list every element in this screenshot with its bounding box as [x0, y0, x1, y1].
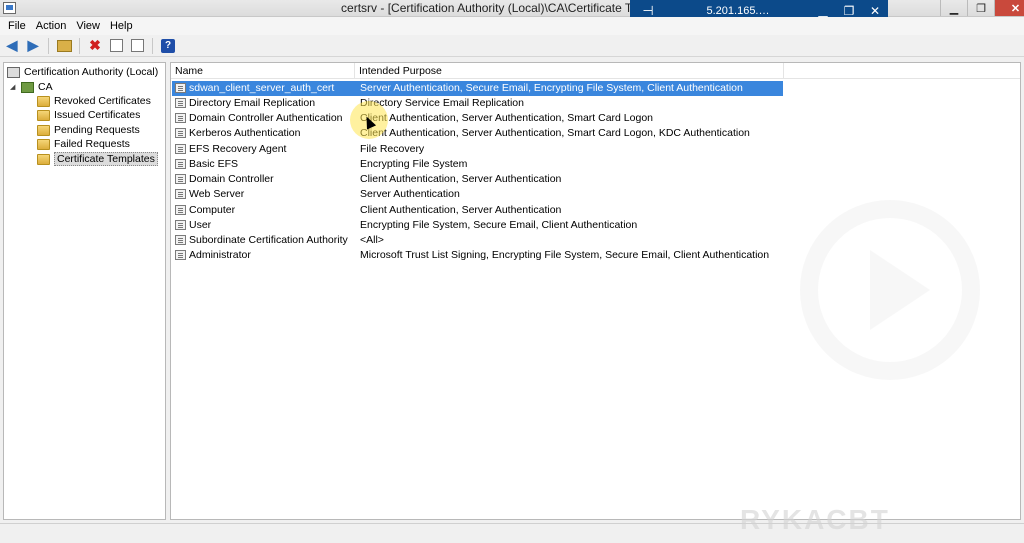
intended-purpose: Client Authentication, Server Authentica… — [360, 173, 562, 185]
template-name: Basic EFS — [189, 158, 239, 170]
certificate-template-icon — [175, 220, 186, 230]
intended-purpose: Server Authentication — [360, 188, 460, 200]
list-header: Name Intended Purpose — [171, 63, 1020, 79]
export-list-icon[interactable] — [130, 39, 144, 52]
template-name: Subordinate Certification Authority — [189, 234, 348, 246]
rdp-minimize-icon[interactable]: ▁ — [810, 4, 836, 18]
template-name: Computer — [189, 204, 236, 216]
template-name: Web Server — [189, 188, 245, 200]
table-row[interactable]: Kerberos Authentication Client Authentic… — [172, 126, 783, 141]
menu-bar: File Action View Help — [0, 17, 1024, 35]
tree-root[interactable]: Certification Authority (Local) — [7, 65, 158, 79]
properties-icon[interactable] — [109, 39, 123, 52]
tree-item-issued-certificates[interactable]: Issued Certificates — [37, 108, 140, 122]
certificate-template-icon — [175, 189, 186, 199]
delete-icon[interactable]: ✖ — [86, 37, 104, 55]
toolbar-separator — [48, 37, 49, 54]
table-row[interactable]: Domain Controller Client Authentication,… — [172, 172, 783, 187]
table-row[interactable]: Computer Client Authentication, Server A… — [172, 203, 783, 218]
intended-purpose: Server Authentication, Secure Email, Enc… — [360, 82, 743, 94]
tree-node-ca[interactable]: ◢ CA — [10, 80, 53, 94]
certification-authority-icon — [7, 66, 20, 78]
table-row[interactable]: Administrator Microsoft Trust List Signi… — [172, 248, 783, 263]
menu-action[interactable]: Action — [31, 20, 72, 32]
template-name: sdwan_client_server_auth_cert — [189, 82, 335, 94]
intended-purpose: Client Authentication, Server Authentica… — [360, 112, 654, 124]
play-watermark-icon — [800, 200, 980, 380]
intended-purpose: <All> — [360, 234, 384, 246]
collapse-triangle-icon[interactable]: ◢ — [10, 83, 18, 91]
table-row[interactable]: Web Server Server Authentication — [172, 187, 783, 202]
intended-purpose: Microsoft Trust List Signing, Encrypting… — [360, 249, 770, 261]
template-name: Domain Controller — [189, 173, 274, 185]
rdp-restore-icon[interactable]: ❐ — [836, 4, 862, 18]
close-icon[interactable]: ✕ — [994, 0, 1024, 16]
remote-host: 5.201.165.… — [706, 5, 770, 17]
table-row[interactable]: Domain Controller Authentication Client … — [172, 111, 783, 126]
certificate-template-icon — [175, 144, 186, 154]
column-header-intended-purpose[interactable]: Intended Purpose — [355, 63, 784, 79]
menu-help[interactable]: Help — [105, 20, 138, 32]
certificate-template-icon — [175, 98, 186, 108]
window-controls: ▁ ❐ ✕ — [940, 0, 1024, 16]
table-row[interactable]: Directory Email Replication Directory Se… — [172, 96, 783, 111]
tree-item-revoked-certificates[interactable]: Revoked Certificates — [37, 94, 151, 108]
template-name: User — [189, 219, 212, 231]
up-folder-icon[interactable] — [56, 39, 72, 52]
folder-icon — [37, 153, 50, 165]
certificate-template-icon — [175, 250, 186, 260]
menu-view[interactable]: View — [71, 20, 105, 32]
console-tree: Certification Authority (Local) ◢ CA Rev… — [3, 62, 166, 520]
certificate-template-icon — [175, 159, 186, 169]
toolbar: ◀ ▶ ✖ ? — [0, 35, 1024, 57]
table-row[interactable]: User Encrypting File System, Secure Emai… — [172, 218, 783, 233]
folder-icon — [37, 109, 50, 121]
tree-item-failed-requests[interactable]: Failed Requests — [37, 137, 130, 151]
certificate-template-icon — [175, 83, 186, 93]
column-header-name[interactable]: Name — [171, 63, 355, 79]
intended-purpose: Client Authentication, Server Authentica… — [360, 127, 750, 139]
toolbar-separator — [79, 37, 80, 54]
table-row[interactable]: Basic EFS Encrypting File System — [172, 157, 783, 172]
folder-icon — [37, 95, 50, 107]
certificate-template-icon — [175, 174, 186, 184]
certificate-template-icon — [175, 128, 186, 138]
ca-server-icon — [21, 81, 34, 93]
folder-icon — [37, 138, 50, 150]
intended-purpose: File Recovery — [360, 143, 425, 155]
brand-watermark: RYKACBT — [740, 504, 890, 535]
tree-item-pending-requests[interactable]: Pending Requests — [37, 123, 140, 137]
forward-arrow-icon[interactable]: ▶ — [24, 37, 42, 55]
table-row[interactable]: sdwan_client_server_auth_cert Server Aut… — [172, 81, 783, 96]
tree-item-certificate-templates[interactable]: Certificate Templates — [37, 152, 158, 166]
template-name: Domain Controller Authentication — [189, 112, 343, 124]
template-name: Kerberos Authentication — [189, 127, 301, 139]
menu-file[interactable]: File — [3, 20, 31, 32]
maximize-icon[interactable]: ❐ — [967, 0, 994, 16]
table-row[interactable]: Subordinate Certification Authority <All… — [172, 233, 783, 248]
certificate-template-icon — [175, 235, 186, 245]
toolbar-separator — [152, 37, 153, 54]
folder-icon — [37, 124, 50, 136]
table-row[interactable]: EFS Recovery Agent File Recovery — [172, 142, 783, 157]
certificate-template-icon — [175, 205, 186, 215]
intended-purpose: Encrypting File System — [360, 158, 468, 170]
intended-purpose: Encrypting File System, Secure Email, Cl… — [360, 219, 638, 231]
help-icon[interactable]: ? — [161, 38, 175, 53]
back-arrow-icon[interactable]: ◀ — [3, 37, 21, 55]
template-name: EFS Recovery Agent — [189, 143, 287, 155]
template-name: Administrator — [189, 249, 251, 261]
certificate-template-icon — [175, 113, 186, 123]
rdp-close-icon[interactable]: ✕ — [862, 4, 888, 18]
intended-purpose: Client Authentication, Server Authentica… — [360, 204, 562, 216]
template-name: Directory Email Replication — [189, 97, 316, 109]
minimize-icon[interactable]: ▁ — [940, 0, 967, 16]
